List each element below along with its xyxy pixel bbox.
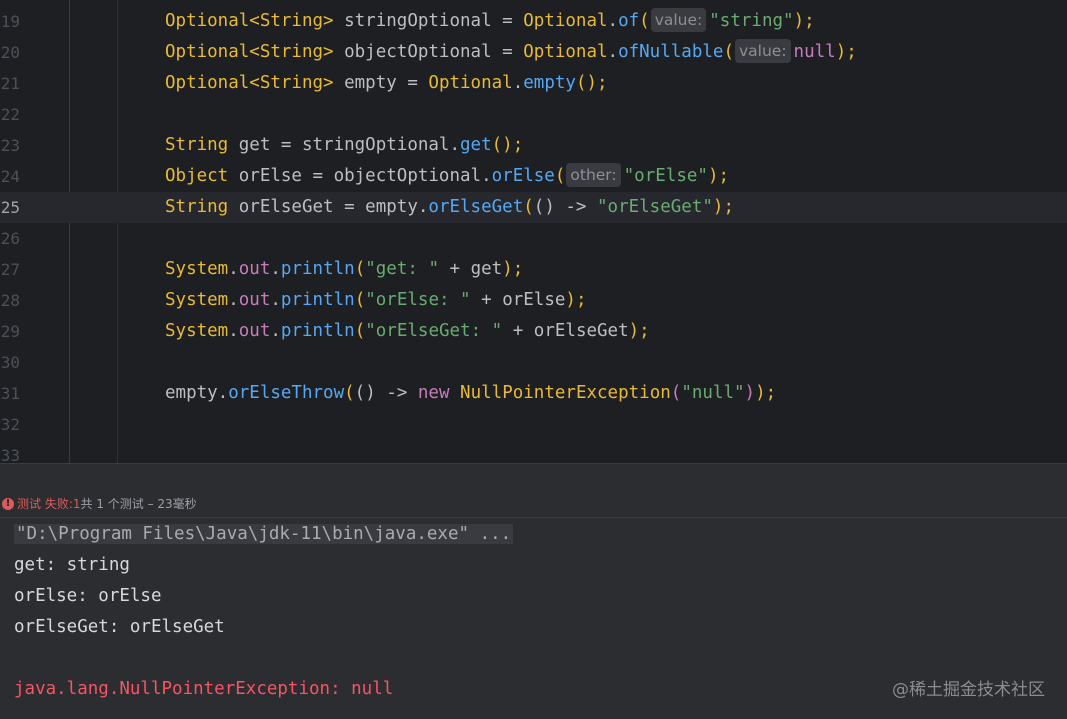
line-number: 26 bbox=[0, 229, 20, 248]
test-summary: 测试 失败:1共 1 个测试 – 23毫秒 bbox=[17, 497, 197, 511]
code-text[interactable]: String orElseGet = empty.orElseGet(() ->… bbox=[165, 192, 734, 223]
code-text[interactable]: String get = stringOptional.get(); bbox=[165, 130, 523, 161]
code-line-32[interactable]: 32 bbox=[0, 409, 1067, 440]
code-line-22[interactable]: 22 bbox=[0, 99, 1067, 130]
code-line-19[interactable]: 19 Optional<String> stringOptional = Opt… bbox=[0, 6, 1067, 37]
line-number: 31 bbox=[0, 384, 20, 403]
code-line-27[interactable]: 27 System.out.println("get: " + get); bbox=[0, 254, 1067, 285]
code-line-31[interactable]: 31 empty.orElseThrow(() -> new NullPoint… bbox=[0, 378, 1067, 409]
line-number: 25 bbox=[0, 198, 20, 217]
console-command-line[interactable]: "D:\Program Files\Java\jdk-11\bin\java.e… bbox=[14, 519, 514, 550]
code-text[interactable]: Optional<String> stringOptional = Option… bbox=[165, 6, 815, 37]
line-number: 20 bbox=[0, 43, 20, 62]
code-line-33[interactable]: 33 bbox=[0, 440, 1067, 463]
code-line-30[interactable]: 30 bbox=[0, 347, 1067, 378]
line-number: 21 bbox=[0, 74, 20, 93]
code-line-26[interactable]: 26 bbox=[0, 223, 1067, 254]
console-error-line[interactable]: java.lang.NullPointerException: null bbox=[14, 674, 393, 705]
line-number: 24 bbox=[0, 167, 20, 186]
code-text[interactable]: System.out.println("orElse: " + orElse); bbox=[165, 285, 587, 316]
console-output-line: get: string bbox=[14, 555, 130, 575]
code-text[interactable]: empty.orElseThrow(() -> new NullPointerE… bbox=[165, 378, 776, 409]
line-number: 33 bbox=[0, 446, 20, 463]
code-line-23[interactable]: 23 String get = stringOptional.get(); bbox=[0, 130, 1067, 161]
line-number: 29 bbox=[0, 322, 20, 341]
line-number: 27 bbox=[0, 260, 20, 279]
line-number: 32 bbox=[0, 415, 20, 434]
parameter-hint: value: bbox=[734, 39, 791, 63]
panel-splitter[interactable] bbox=[0, 463, 1067, 492]
code-text[interactable]: System.out.println("orElseGet: " + orEls… bbox=[165, 316, 650, 347]
error-icon: ! bbox=[2, 498, 14, 510]
test-status-bar: ! 测试 失败:1共 1 个测试 – 23毫秒 bbox=[0, 491, 1067, 518]
console-output-line: orElseGet: orElseGet bbox=[14, 617, 225, 637]
code-text[interactable]: Optional<String> objectOptional = Option… bbox=[165, 37, 857, 68]
parameter-hint: other: bbox=[566, 163, 621, 187]
code-text[interactable]: System.out.println("get: " + get); bbox=[165, 254, 523, 285]
code-text[interactable]: Object orElse = objectOptional.orElse(ot… bbox=[165, 161, 729, 192]
console-output-line: orElse: orElse bbox=[14, 586, 162, 606]
line-number: 23 bbox=[0, 136, 20, 155]
code-line-28[interactable]: 28 System.out.println("orElse: " + orEls… bbox=[0, 285, 1067, 316]
code-line-24[interactable]: 24 Object orElse = objectOptional.orElse… bbox=[0, 161, 1067, 192]
code-editor[interactable]: 19 Optional<String> stringOptional = Opt… bbox=[0, 0, 1067, 463]
line-number: 28 bbox=[0, 291, 20, 310]
watermark: @稀土掘金技术社区 bbox=[892, 680, 1045, 700]
code-line-25-current[interactable]: 25 String orElseGet = empty.orElseGet(()… bbox=[0, 192, 1067, 223]
line-number: 19 bbox=[0, 12, 20, 31]
line-number: 22 bbox=[0, 105, 20, 124]
parameter-hint: value: bbox=[650, 8, 707, 32]
code-line-21[interactable]: 21 Optional<String> empty = Optional.emp… bbox=[0, 68, 1067, 99]
code-text[interactable]: Optional<String> empty = Optional.empty(… bbox=[165, 68, 608, 99]
line-number: 30 bbox=[0, 353, 20, 372]
code-line-20[interactable]: 20 Optional<String> objectOptional = Opt… bbox=[0, 37, 1067, 68]
code-line-29[interactable]: 29 System.out.println("orElseGet: " + or… bbox=[0, 316, 1067, 347]
